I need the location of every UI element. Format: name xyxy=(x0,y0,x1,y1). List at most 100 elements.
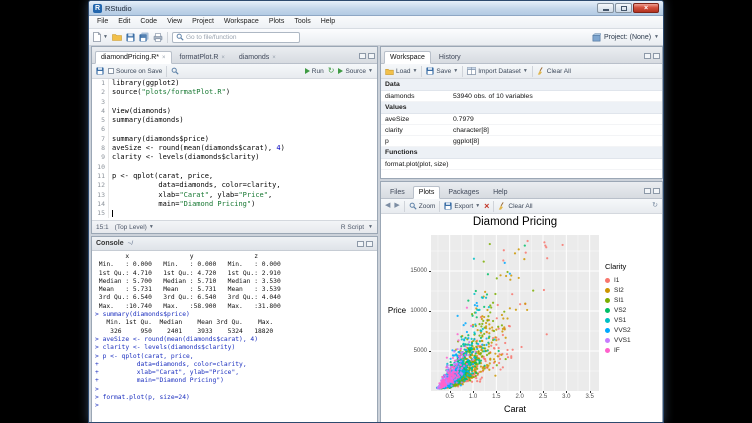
workspace-object-row[interactable]: format.plot(plot, size) xyxy=(381,159,662,170)
tab-close-icon[interactable]: × xyxy=(162,55,166,61)
tab-diamonds[interactable]: diamonds× xyxy=(233,51,282,64)
workspace-section-header: Functions xyxy=(381,147,662,159)
object-name: diamonds xyxy=(381,91,453,101)
line-number: 3 xyxy=(92,98,109,107)
next-plot-button[interactable]: ▶ xyxy=(394,202,399,210)
save-button[interactable] xyxy=(126,33,135,42)
pane-maximize-icon[interactable] xyxy=(366,241,373,247)
y-tick-label: 5000 xyxy=(399,348,427,354)
code-text: p <- qplot(carat, price, xyxy=(109,172,213,181)
import-dataset-button[interactable]: Import Dataset ▼ xyxy=(467,67,528,75)
source-save-button[interactable] xyxy=(96,67,104,75)
scope-selector[interactable]: (Top Level) ▼ xyxy=(115,224,154,231)
code-line: 7summary(diamonds$price) xyxy=(92,135,377,144)
load-workspace-button[interactable]: Load ▼ xyxy=(385,68,417,75)
toolbar-separator xyxy=(439,201,440,212)
menu-item-code[interactable]: Code xyxy=(135,16,162,28)
broom-icon xyxy=(498,202,506,210)
find-replace-button[interactable] xyxy=(171,67,179,75)
filetype-selector[interactable]: R Script ▼ xyxy=(341,224,373,231)
code-editor[interactable]: 1library(ggplot2)2source("plots/formatPl… xyxy=(92,79,377,220)
code-line: 9clarity <- levels(diamonds$clarity) xyxy=(92,153,377,162)
tab-close-icon[interactable]: × xyxy=(221,55,225,61)
line-number: 13 xyxy=(92,191,109,200)
pane-minimize-icon[interactable] xyxy=(359,53,366,59)
pane-maximize-icon[interactable] xyxy=(368,53,375,59)
chevron-down-icon: ▼ xyxy=(368,224,373,230)
workspace-tab-bar: WorkspaceHistory xyxy=(381,47,662,64)
code-line: 15 xyxy=(92,209,377,218)
console-line: 326 950 2401 3933 5324 18820 xyxy=(95,328,374,336)
pane-minimize-icon[interactable] xyxy=(357,241,364,247)
console-line: Mean : 5.731 Mean : 5.731 Mean : 3.539 xyxy=(95,286,374,294)
object-value: 0.7979 xyxy=(453,114,662,124)
code-token: View(diamonds) xyxy=(112,107,171,115)
save-all-button[interactable] xyxy=(139,32,149,42)
menu-item-plots[interactable]: Plots xyxy=(264,16,290,28)
menu-item-view[interactable]: View xyxy=(162,16,187,28)
rerun-button[interactable]: ↻ xyxy=(328,67,335,75)
console-output[interactable]: x y z Min. : 0.000 Min. : 0.000 Min. : 0… xyxy=(92,251,377,423)
tab-files[interactable]: Files xyxy=(384,186,411,199)
tab-history[interactable]: History xyxy=(433,51,467,64)
x-tick-label: 0.5 xyxy=(443,394,457,400)
clear-all-label: Clear All xyxy=(547,68,571,75)
x-tick-label: 2.5 xyxy=(536,394,550,400)
code-token: xlab= xyxy=(112,191,179,199)
print-button[interactable] xyxy=(153,33,163,42)
pane-minimize-icon[interactable] xyxy=(644,188,651,194)
project-selector[interactable]: Project: (None) ▼ xyxy=(592,33,659,42)
console-working-dir: ~/ xyxy=(128,240,134,247)
maximize-button[interactable] xyxy=(615,3,632,13)
close-button[interactable]: × xyxy=(633,3,659,13)
menu-item-workspace[interactable]: Workspace xyxy=(219,16,264,28)
title-bar[interactable]: R RStudio × xyxy=(89,1,663,16)
console-line: Median : 5.700 Median : 5.710 Median : 3… xyxy=(95,278,374,286)
goto-file-input[interactable] xyxy=(186,34,296,41)
workspace-object-row[interactable]: aveSize0.7979 xyxy=(381,114,662,125)
zoom-plot-button[interactable]: Zoom xyxy=(409,202,436,210)
workspace-object-row[interactable]: diamonds53940 obs. of 10 variables xyxy=(381,91,662,102)
minimize-button[interactable] xyxy=(597,3,614,13)
pane-minimize-icon[interactable] xyxy=(644,53,651,59)
legend-items: I1SI2SI1VS2VS1VVS2VVS1IF xyxy=(605,275,661,355)
open-file-button[interactable] xyxy=(112,33,122,41)
object-name: format.plot(plot, size) xyxy=(381,159,453,169)
console-line: x y z xyxy=(95,253,374,261)
workspace-object-row[interactable]: claritycharacter[8] xyxy=(381,125,662,136)
source-on-save-toggle[interactable]: Source on Save xyxy=(108,68,162,75)
remove-plot-button[interactable]: × xyxy=(484,202,489,210)
tab-help[interactable]: Help xyxy=(487,186,513,199)
previous-plot-button[interactable]: ◀ xyxy=(385,202,390,210)
source-button[interactable]: Source ▼ xyxy=(338,68,373,75)
workspace-object-row[interactable]: pggplot[8] xyxy=(381,136,662,147)
clear-workspace-button[interactable]: Clear All xyxy=(537,67,571,75)
menu-item-help[interactable]: Help xyxy=(316,16,340,28)
tab-plots[interactable]: Plots xyxy=(413,186,441,199)
save-workspace-button[interactable]: Save ▼ xyxy=(426,67,458,75)
new-file-button[interactable]: ▼ xyxy=(93,32,108,42)
menu-item-project[interactable]: Project xyxy=(187,16,219,28)
filetype-label: R Script xyxy=(341,224,364,231)
tab-formatplot-r[interactable]: formatPlot.R× xyxy=(174,51,231,64)
tab-workspace[interactable]: Workspace xyxy=(384,51,431,64)
pane-maximize-icon[interactable] xyxy=(653,53,660,59)
tab-diamondpricing-r-[interactable]: diamondPricing.R*× xyxy=(95,51,172,64)
source-run-icon xyxy=(338,68,343,74)
menu-item-file[interactable]: File xyxy=(92,16,113,28)
legend-label: VVS1 xyxy=(614,337,631,344)
x-tick-mark xyxy=(566,391,567,393)
run-button[interactable]: Run xyxy=(305,68,324,75)
code-text xyxy=(109,163,112,172)
tab-packages[interactable]: Packages xyxy=(442,186,485,199)
tab-close-icon[interactable]: × xyxy=(272,55,276,61)
export-plot-button[interactable]: Export ▼ xyxy=(444,202,480,210)
menu-item-tools[interactable]: Tools xyxy=(289,16,315,28)
code-token: data=diamonds, color=clarity, xyxy=(112,181,281,189)
console-line: > format.plot(p, size=24) xyxy=(95,394,374,402)
refresh-plots-button[interactable]: ↻ xyxy=(652,202,658,210)
code-token: summary(diamonds$price) xyxy=(112,135,209,143)
pane-maximize-icon[interactable] xyxy=(653,188,660,194)
menu-item-edit[interactable]: Edit xyxy=(113,16,135,28)
clear-plots-button[interactable]: Clear All xyxy=(498,202,532,210)
